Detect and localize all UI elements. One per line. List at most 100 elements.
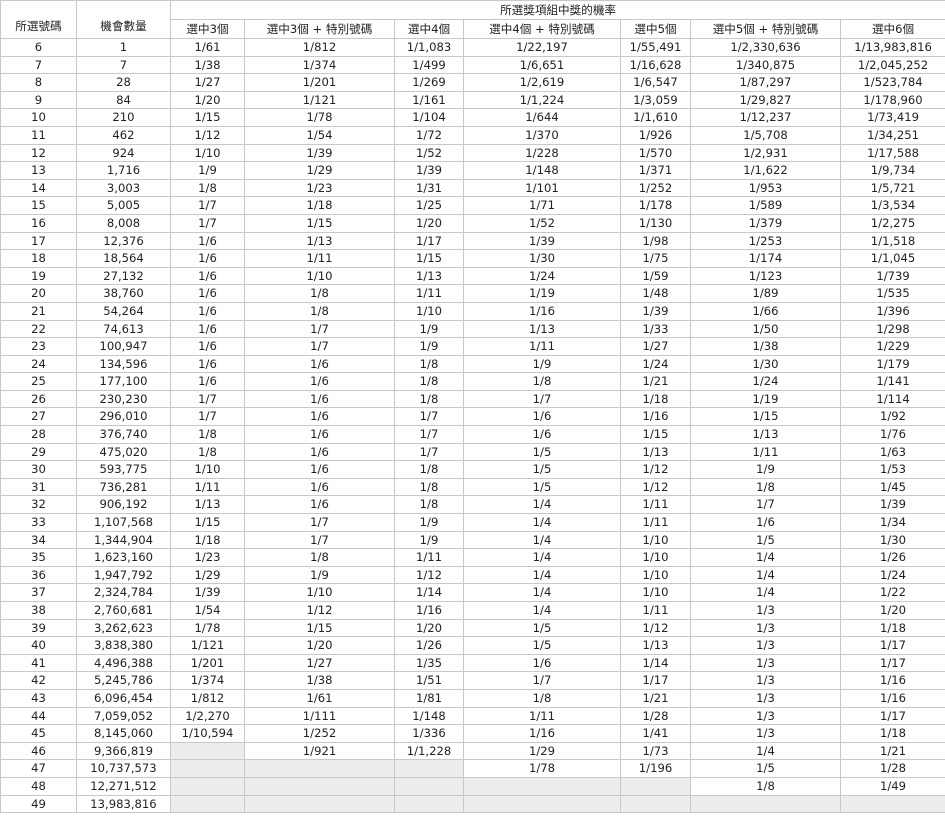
- cell-match-4: 1/8: [394, 372, 464, 391]
- cell-match-4-special: 1/5: [463, 636, 621, 655]
- cell-match-5-special: 1/589: [690, 196, 841, 215]
- cell-picked: 27: [0, 407, 77, 427]
- cell-combinations: 10,737,573: [76, 759, 171, 778]
- cell-match-3: [170, 794, 245, 814]
- table-row: 19 27,132 1/6 1/10 1/13 1/24 1/59 1/123 1/739: [0, 266, 945, 286]
- cell-match-3-special: 1/6: [244, 477, 395, 497]
- table-row: 45 8,145,060 1/10,594 1/252 1/336 1/16 1/41 1/3…: [0, 724, 945, 743]
- cell-match-3: 1/27: [170, 73, 245, 92]
- cell-match-5: 1/570: [620, 143, 691, 163]
- cell-picked: 10: [0, 108, 77, 127]
- cell-match-3: 1/8: [170, 442, 245, 462]
- cell-match-4: 1/17: [394, 231, 464, 251]
- cell-match-3-special: 1/6: [244, 372, 395, 391]
- cell-match-5: 1/6,547: [620, 73, 691, 92]
- table-row: 23 100,947 1/6 1/7 1/9 1/11 1/27 1/38 1/229: [0, 337, 945, 356]
- table-row: 34 1,344,904 1/18 1/7 1/9 1/4 1/10 1/5 1/30: [0, 530, 945, 550]
- cell-match-3-special: 1/39: [244, 143, 395, 163]
- cell-match-3-special: 1/812: [244, 38, 395, 57]
- table-row: 32 906,192 1/13 1/6 1/8 1/4 1/11 1/7 1/39: [0, 495, 945, 515]
- cell-combinations: 5,005: [76, 196, 171, 215]
- cell-match-4-special: 1/52: [463, 213, 621, 233]
- cell-match-6: 1/2,275: [839, 213, 945, 233]
- cell-match-5: 1/98: [620, 231, 691, 251]
- cell-match-3: 1/374: [170, 671, 245, 690]
- cell-match-4: 1/25: [394, 196, 464, 215]
- cell-match-3: 1/6: [170, 284, 245, 303]
- cell-match-3: 1/201: [170, 653, 245, 673]
- cell-match-6: 1/63: [839, 442, 945, 462]
- cell-match-5: 1/12: [620, 618, 691, 638]
- cell-match-5: 1/17: [620, 671, 691, 690]
- cell-match-6: 1/49: [839, 776, 945, 796]
- cell-picked: 7: [0, 55, 77, 75]
- cell-match-3-special: 1/29: [244, 161, 395, 180]
- cell-match-4-special: 1/11: [463, 337, 621, 356]
- table-row: 26 230,230 1/7 1/6 1/8 1/7 1/18 1/19 1/114: [0, 389, 945, 409]
- cell-match-4: 1/11: [394, 548, 464, 567]
- cell-match-4: 1/8: [394, 389, 464, 409]
- table-row: 17 12,376 1/6 1/13 1/17 1/39 1/98 1/253 1/1,518: [0, 231, 945, 251]
- cell-match-6: 1/3,534: [839, 196, 945, 215]
- cell-match-6: 1/16: [839, 688, 945, 708]
- cell-combinations: 906,192: [76, 495, 171, 515]
- cell-match-6: 1/26: [839, 548, 945, 567]
- cell-match-3: 1/12: [170, 125, 245, 145]
- cell-match-4-special: 1/101: [463, 178, 621, 198]
- cell-match-4: 1/72: [394, 125, 464, 145]
- cell-match-5-special: 1/3: [690, 724, 841, 743]
- cell-match-3-special: 1/8: [244, 301, 395, 321]
- cell-match-5-special: 1/174: [690, 249, 841, 268]
- cell-match-4-special: 1/19: [463, 284, 621, 303]
- table-row: 41 4,496,388 1/201 1/27 1/35 1/6 1/14 1/3 1/17: [0, 653, 945, 673]
- cell-match-6: 1/9,734: [839, 161, 945, 180]
- cell-picked: 18: [0, 249, 77, 268]
- cell-match-3: 1/11: [170, 477, 245, 497]
- cell-match-6: 1/30: [839, 530, 945, 550]
- cell-match-5: 1/10: [620, 530, 691, 550]
- cell-match-5: 1/24: [620, 354, 691, 374]
- header-match-3: 選中3個: [170, 19, 245, 39]
- cell-picked: 11: [0, 125, 77, 145]
- cell-match-6: 1/739: [839, 266, 945, 286]
- cell-match-5-special: 1/1,622: [690, 161, 841, 180]
- cell-match-4: 1/1,083: [394, 38, 464, 57]
- cell-match-3-special: [244, 794, 395, 814]
- cell-picked: 26: [0, 389, 77, 409]
- cell-picked: 44: [0, 706, 77, 726]
- cell-match-3: 1/121: [170, 636, 245, 655]
- cell-match-5-special: 1/3: [690, 671, 841, 690]
- cell-match-5: 1/75: [620, 249, 691, 268]
- cell-match-4: 1/20: [394, 618, 464, 638]
- header-picked-numbers: 所選號碼: [0, 0, 77, 39]
- table-row: 40 3,838,380 1/121 1/20 1/26 1/5 1/13 1/3 1/17: [0, 636, 945, 655]
- cell-match-4-special: [463, 776, 621, 796]
- cell-match-5-special: 1/30: [690, 354, 841, 374]
- cell-match-3: 1/7: [170, 389, 245, 409]
- cell-match-6: [839, 794, 945, 814]
- cell-match-3: 1/20: [170, 90, 245, 110]
- cell-match-3-special: 1/8: [244, 284, 395, 303]
- cell-match-3: 1/6: [170, 301, 245, 321]
- cell-match-4-special: 1/8: [463, 688, 621, 708]
- cell-picked: 46: [0, 741, 77, 761]
- header-match-6: 選中6個: [839, 19, 945, 39]
- cell-combinations: 2,760,681: [76, 601, 171, 620]
- header-match-3-special: 選中3個 + 特別號碼: [244, 19, 395, 39]
- cell-match-4-special: 1/644: [463, 108, 621, 127]
- cell-match-4: 1/35: [394, 653, 464, 673]
- cell-combinations: 8,145,060: [76, 724, 171, 743]
- cell-match-3: 1/18: [170, 530, 245, 550]
- cell-match-4: 1/8: [394, 477, 464, 497]
- cell-match-5: 1/12: [620, 460, 691, 479]
- table-row: 6 1 1/61 1/812 1/1,083 1/22,197 1/55,491 1/2,33…: [0, 38, 945, 57]
- cell-picked: 31: [0, 477, 77, 497]
- cell-match-5: 1/48: [620, 284, 691, 303]
- cell-match-4: 1/39: [394, 161, 464, 180]
- cell-match-6: 1/22: [839, 583, 945, 602]
- cell-match-5-special: 1/15: [690, 407, 841, 427]
- cell-match-6: 1/1,518: [839, 231, 945, 251]
- cell-match-4-special: 1/4: [463, 565, 621, 585]
- cell-match-6: 1/13,983,816: [839, 38, 945, 57]
- cell-match-6: 1/28: [839, 759, 945, 778]
